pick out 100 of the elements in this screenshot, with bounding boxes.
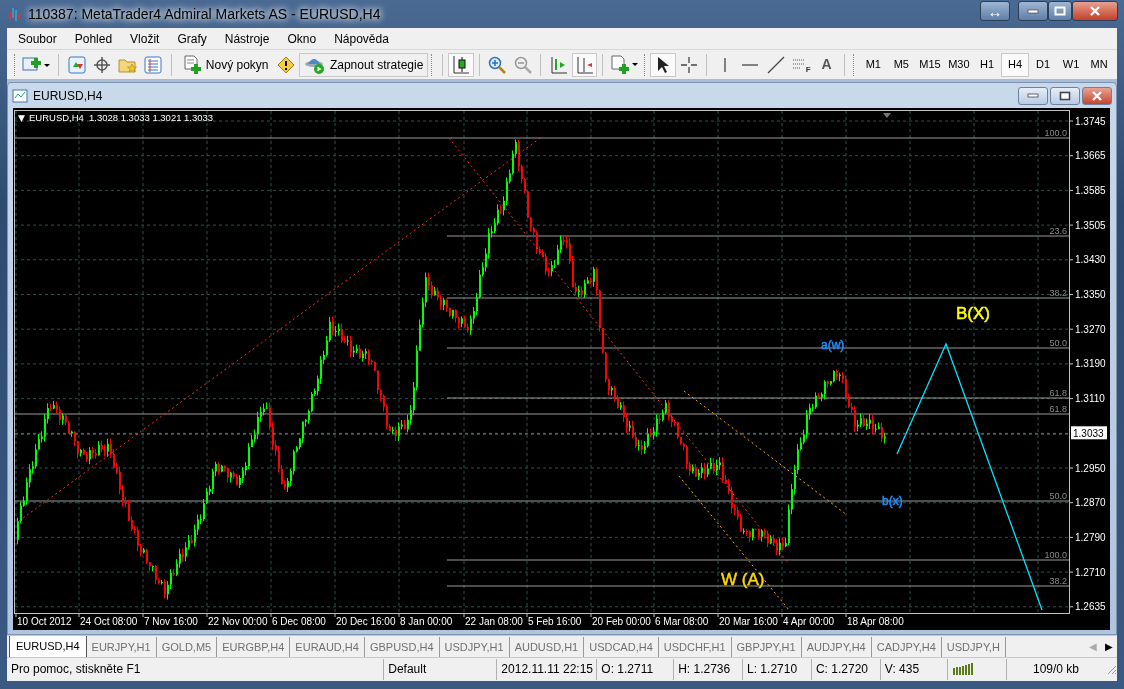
fibonacci-level-label: 100.0 xyxy=(1044,128,1067,138)
chart-shift-button[interactable] xyxy=(571,52,598,77)
close-button[interactable] xyxy=(1072,1,1118,21)
arrows-window-icon xyxy=(67,55,86,74)
menu-item[interactable]: Nástroje xyxy=(215,29,279,48)
timeframe-button[interactable]: M5 xyxy=(887,52,916,77)
chart-tab[interactable]: AUDUSD,H1 xyxy=(509,637,585,657)
document-plus-icon xyxy=(609,54,640,75)
chart-tab[interactable]: USDCAD,H4 xyxy=(584,637,659,657)
timeframe-button[interactable]: M1 xyxy=(859,52,888,77)
minimize-icon xyxy=(1027,8,1039,14)
minimize-button[interactable] xyxy=(1018,1,1048,21)
chart-tab[interactable]: USDJPY,H xyxy=(941,637,1006,657)
warning-icon xyxy=(277,55,296,74)
chart-tab[interactable]: USDJPY,H1 xyxy=(439,637,510,657)
timeframe-button[interactable]: D1 xyxy=(1029,52,1058,77)
close-icon xyxy=(1091,90,1103,101)
maximize-button[interactable] xyxy=(1050,86,1080,105)
chart-tab[interactable]: EURUSD,H4 xyxy=(9,636,87,657)
menu-item[interactable]: Okno xyxy=(278,29,326,48)
chart-tab[interactable]: GBPJPY,H1 xyxy=(731,637,802,657)
chart-tab[interactable]: EURJPY,H1 xyxy=(86,637,157,657)
price-axis-label: 1.3430 xyxy=(1075,254,1106,266)
menu-item[interactable]: Nápověda xyxy=(325,29,398,48)
price-axis-label: 1.3505 xyxy=(1075,219,1106,231)
chart-window-icon xyxy=(12,88,28,103)
list-window-icon xyxy=(144,55,163,74)
symbol-label: EURUSD,H4 xyxy=(29,112,84,123)
fibonacci-level-label: 50.0 xyxy=(1049,491,1067,501)
price-axis-label: 1.3665 xyxy=(1075,150,1106,162)
menu-item[interactable]: Grafy xyxy=(168,29,216,48)
horizontal-line-icon xyxy=(741,61,760,68)
price-axis-label: 1.3270 xyxy=(1075,323,1106,335)
chart-tab[interactable]: GOLD,M5 xyxy=(156,637,218,657)
crosshair-icon xyxy=(679,55,698,74)
timeframe-button[interactable]: MN xyxy=(1085,52,1114,77)
ohlc-quotes: 1.3028 1.3033 1.3021 1.3033 xyxy=(89,112,214,123)
timeframe-button[interactable]: W1 xyxy=(1057,52,1086,77)
price-axis-label: 1.2950 xyxy=(1075,462,1106,474)
time-axis-label: 20 Dec 16:00 xyxy=(336,616,396,627)
current-price-label: 1.3033 xyxy=(1071,426,1107,440)
text-tool-button[interactable]: A xyxy=(813,52,840,77)
fibonacci-button[interactable]: F xyxy=(788,52,814,77)
chart-tab[interactable]: GBPUSD,H4 xyxy=(364,637,440,657)
menu-item[interactable]: Soubor xyxy=(9,29,66,48)
crosshair-icon xyxy=(93,55,112,74)
trend-line-icon xyxy=(766,55,785,74)
timeframe-button[interactable]: H1 xyxy=(973,52,1002,77)
chart-tab[interactable]: EURAUD,H4 xyxy=(290,637,365,657)
menu-item[interactable]: Pohled xyxy=(65,29,122,48)
profile-name: Default xyxy=(388,661,427,678)
maximize-icon xyxy=(1054,6,1066,16)
app-logo-icon xyxy=(8,6,22,22)
cursor-button[interactable] xyxy=(650,52,676,77)
connection-bars-icon xyxy=(951,662,976,676)
price-axis-label: 1.2870 xyxy=(1075,497,1106,509)
timeframe-button[interactable]: M15 xyxy=(915,52,945,77)
time-axis-label: 18 Apr 08:00 xyxy=(847,616,904,627)
wave-label: a(w) xyxy=(821,338,845,352)
time-axis-label: 4 Apr 00:00 xyxy=(783,616,835,627)
chart-arrow-icon xyxy=(550,55,569,74)
volume: V: 435 xyxy=(884,661,920,678)
time-axis-label: 8 Jan 00:00 xyxy=(400,616,453,627)
time-axis-label: 10 Oct 2012 xyxy=(17,616,72,627)
chart-tab[interactable]: AUDJPY,H4 xyxy=(801,637,872,657)
menu-item[interactable]: Vložit xyxy=(121,29,169,48)
low-price: L: 1.2710 xyxy=(747,661,798,678)
plus-chart-icon xyxy=(21,55,52,74)
dotted-lines-icon xyxy=(791,57,806,72)
timeframe-button[interactable]: H4 xyxy=(1001,52,1030,77)
candlestick-chart-button[interactable] xyxy=(448,52,474,77)
maximize-button[interactable] xyxy=(1048,1,1072,21)
candlestick-icon xyxy=(451,54,470,75)
minimize-icon xyxy=(1027,92,1039,99)
chart-tab[interactable]: CADJPY,H4 xyxy=(871,637,942,657)
timeframe-button[interactable]: M30 xyxy=(944,52,974,77)
close-button[interactable] xyxy=(1082,86,1112,105)
chart-tab[interactable]: EURGBP,H4 xyxy=(217,637,291,657)
window-title: 110387: MetaTrader4 Admiral Markets AS - EURUSD,H4 xyxy=(28,4,381,24)
vertical-line-icon xyxy=(721,55,728,74)
close-price: C: 1.2720 xyxy=(815,661,868,678)
expert-advisors-button[interactable]: Zapnout strategie xyxy=(298,52,429,77)
time-axis-label: 6 Dec 08:00 xyxy=(272,616,326,627)
price-axis-label: 1.2635 xyxy=(1075,601,1106,613)
fibonacci-level-label: 38.2 xyxy=(1049,288,1067,298)
collapse-marker[interactable]: ▼ xyxy=(18,113,25,123)
chart-tab[interactable]: USDCHF,H1 xyxy=(658,637,732,657)
resize-grip-icon xyxy=(1105,663,1117,675)
time-axis-label: 20 Mar 16:00 xyxy=(719,616,778,627)
new-order-button[interactable]: Nový pokyn xyxy=(176,52,274,77)
cursor-icon xyxy=(656,55,671,74)
scroll-right-button[interactable]: ▶ xyxy=(1101,639,1117,654)
price-axis-label: 1.2710 xyxy=(1075,566,1106,578)
chart-shift-icon xyxy=(575,55,594,74)
shift-marker-icon[interactable] xyxy=(883,113,891,118)
time-axis-label: 6 Mar 08:00 xyxy=(655,616,709,627)
wave-label: b(x) xyxy=(882,494,903,508)
fibonacci-level-label: 23.6 xyxy=(1049,226,1067,236)
wave-label: W (A) xyxy=(721,570,765,589)
price-axis-label: 1.3190 xyxy=(1075,358,1106,370)
